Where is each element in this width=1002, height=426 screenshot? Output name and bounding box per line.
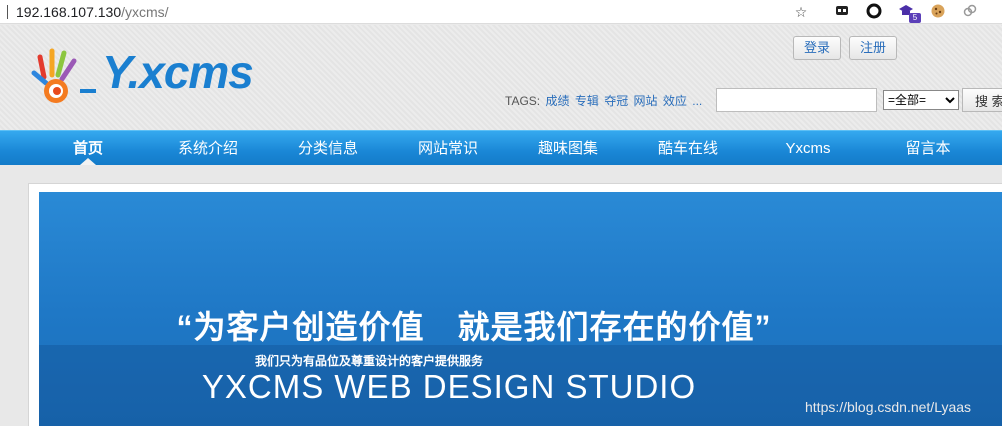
url-path: /yxcms/ bbox=[121, 4, 169, 20]
nav-item-fun-gallery[interactable]: 趣味图集 bbox=[508, 131, 628, 166]
register-button[interactable]: 注册 bbox=[849, 36, 898, 60]
extension-icon[interactable] bbox=[833, 3, 851, 21]
tag-link[interactable]: 夺冠 bbox=[604, 94, 628, 108]
site-logo[interactable]: Y.xcms bbox=[30, 46, 290, 107]
browser-address-bar[interactable]: 192.168.107.130/yxcms/ ☆ 5 bbox=[0, 0, 1002, 24]
nav-item-system-intro[interactable]: 系统介绍 bbox=[148, 131, 268, 166]
extension-badge: 5 bbox=[909, 13, 921, 23]
star-icon[interactable]: ☆ bbox=[792, 3, 810, 21]
url-host: 192.168.107.130 bbox=[16, 4, 122, 20]
nav-item-yxcms[interactable]: Yxcms bbox=[748, 131, 868, 166]
watermark-text: https://blog.csdn.net/Lyaas bbox=[805, 399, 972, 415]
banner-subline: 我们只为有品位及尊重设计的客户提供服务 bbox=[254, 354, 483, 368]
nav-item-web-knowledge[interactable]: 网站常识 bbox=[388, 131, 508, 166]
login-button[interactable]: 登录 bbox=[793, 36, 842, 60]
tag-link[interactable]: 成绩 bbox=[545, 94, 569, 108]
hero-banner[interactable]: “为客户创造价值 就是我们存在的价值” 我们只为有品位及尊重设计的客户提供服务 … bbox=[39, 192, 1002, 426]
text-cursor bbox=[7, 5, 8, 19]
logo-text: Y.xcms bbox=[102, 46, 254, 98]
tag-link[interactable]: 专辑 bbox=[575, 94, 599, 108]
search-button[interactable]: 搜 索 bbox=[962, 88, 1002, 112]
cookie-icon[interactable] bbox=[929, 3, 947, 21]
logo-mark-icon bbox=[31, 48, 96, 103]
banner-studio-title: YXCMS WEB DESIGN STUDIO bbox=[201, 368, 697, 405]
tag-more-link[interactable]: ... bbox=[692, 94, 702, 108]
banner-slogan: “为客户创造价值 就是我们存在的价值” bbox=[176, 309, 772, 345]
tag-link[interactable]: 效应 bbox=[663, 94, 687, 108]
link-icon[interactable] bbox=[961, 3, 979, 21]
tags-label: TAGS: bbox=[505, 94, 541, 108]
search-scope-select[interactable]: =全部= bbox=[883, 90, 959, 110]
circle-icon[interactable] bbox=[865, 3, 883, 21]
site-header: Y.xcms 登录 注册 TAGS: 成绩 专辑 夺冠 网站 效应 ... =全… bbox=[0, 25, 1002, 130]
tag-link[interactable]: 网站 bbox=[634, 94, 658, 108]
tags-list: TAGS: 成绩 专辑 夺冠 网站 效应 ... bbox=[505, 92, 702, 109]
active-nav-indicator bbox=[80, 158, 96, 165]
search-input[interactable] bbox=[716, 88, 877, 112]
nav-item-cool-cars[interactable]: 酷车在线 bbox=[628, 131, 748, 166]
nav-item-guestbook[interactable]: 留言本 bbox=[868, 131, 988, 166]
url-text[interactable]: 192.168.107.130/yxcms/ bbox=[16, 4, 169, 20]
main-nav: 首页 系统介绍 分类信息 网站常识 趣味图集 酷车在线 Yxcms 留言本 bbox=[0, 130, 1002, 165]
nav-item-classifieds[interactable]: 分类信息 bbox=[268, 131, 388, 166]
